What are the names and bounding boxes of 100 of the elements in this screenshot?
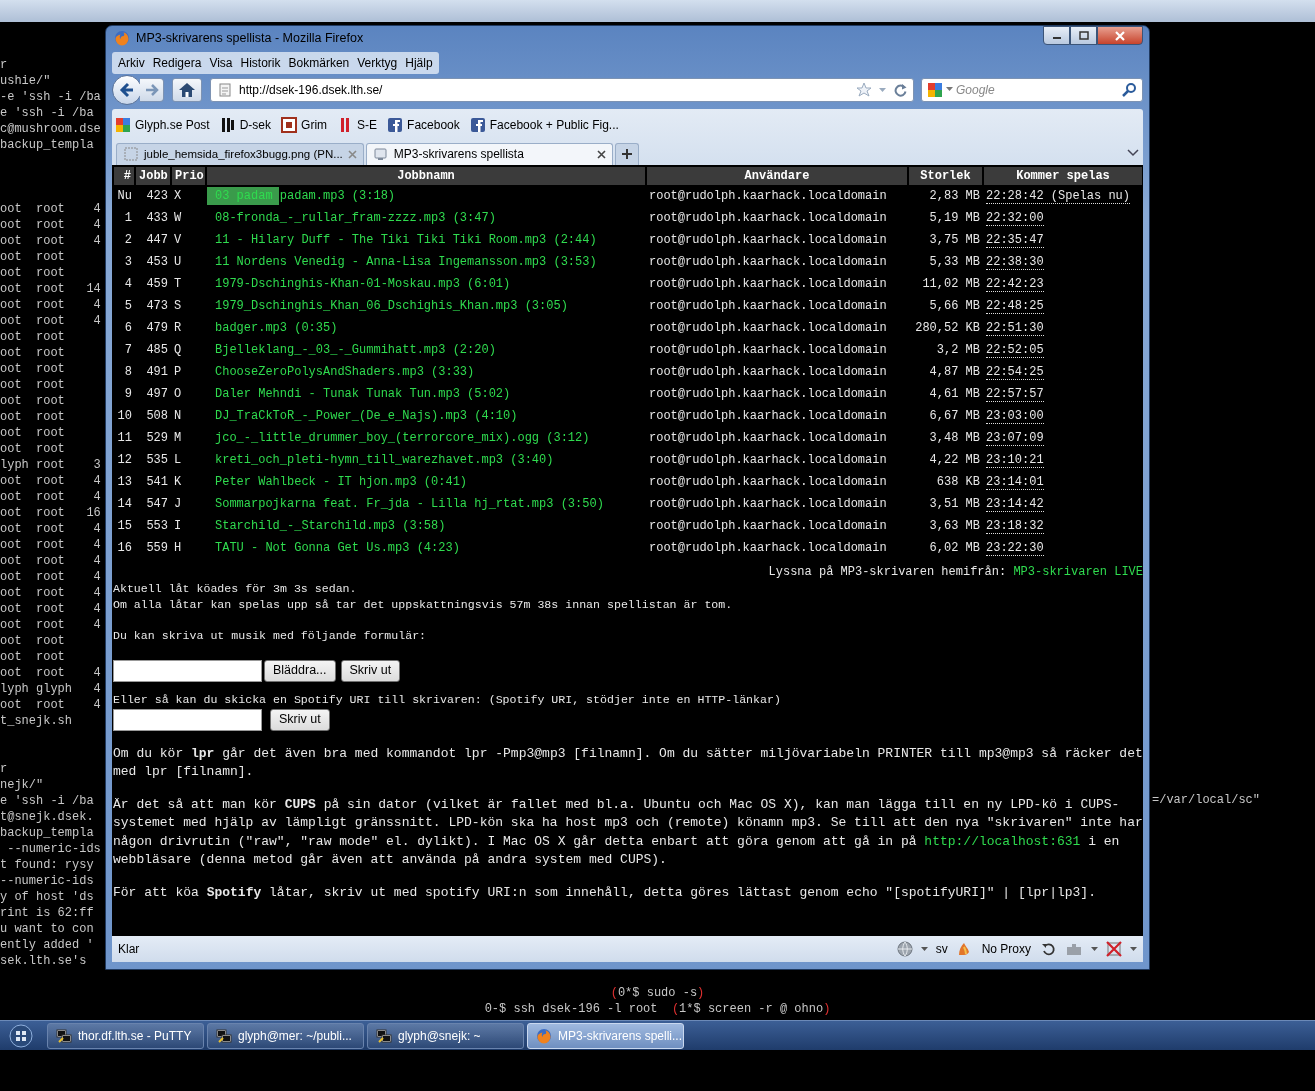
search-icon[interactable]: [1122, 82, 1137, 98]
site-icon: [115, 116, 131, 133]
chevron-icon[interactable]: [1127, 148, 1139, 157]
tab[interactable]: juble_hemsida_firefox3bugg.png (PN...: [116, 142, 364, 165]
search-field[interactable]: Google: [956, 80, 1119, 99]
table-cell-text: root@rudolph.kaarhack.localdomain: [648, 539, 888, 557]
listen-text: Lyssna på MP3-skrivaren hemifrån: MP3-skrivaren LIVE: [767, 563, 1143, 581]
proxy-button[interactable]: No Proxy: [979, 940, 1033, 959]
table-cell-text: 1: [123, 209, 133, 227]
play-time: 22:57:57: [986, 386, 1044, 402]
home-button[interactable]: [172, 77, 202, 102]
table-cell-text: root@rudolph.kaarhack.localdomain: [648, 473, 888, 491]
table-cell-text: 3: [123, 253, 133, 271]
table-cell-text: root@rudolph.kaarhack.localdomain: [648, 363, 888, 381]
site-icon: [219, 116, 236, 133]
taskbar-button[interactable]: thor.df.lth.se - PuTTY: [47, 1022, 204, 1049]
link[interactable]: http://localhost:631: [924, 833, 1081, 849]
submit-button[interactable]: Skriv ut: [340, 659, 401, 682]
live-link[interactable]: MP3-skrivaren LIVE: [1013, 564, 1143, 579]
terminal-line: --numeric-ids: [6, 841, 101, 857]
bookmark[interactable]: Grim: [281, 115, 328, 134]
language-indicator[interactable]: sv: [935, 940, 948, 959]
terminal-line: oot root: [0, 361, 66, 377]
terminal-line: sek.lth.se's: [0, 953, 88, 969]
undo-icon[interactable]: [1041, 941, 1057, 958]
bookmark[interactable]: Facebook + Public Fig...: [469, 115, 619, 134]
close-button[interactable]: [1097, 26, 1143, 45]
table-cell-text: W: [173, 209, 183, 227]
table-cell-text: K: [173, 473, 183, 491]
column-header[interactable]: Kommer spelas: [984, 166, 1142, 185]
table-cell-text: 497: [145, 385, 169, 403]
table-cell-text: 453: [145, 253, 169, 271]
address-bar[interactable]: http://dsek-196.dsek.lth.se/: [210, 77, 914, 102]
terminal-line: oot root: [0, 441, 66, 457]
blocked-icon[interactable]: [1106, 941, 1122, 958]
close-icon[interactable]: [596, 149, 606, 159]
song-title: 11 - Hilary Duff - The Tiki Tiki Tiki Room.mp3 (2:44): [215, 232, 597, 247]
menu-item[interactable]: Hjälp: [401, 52, 437, 73]
back-button[interactable]: [112, 74, 142, 105]
menu-item[interactable]: Historik: [236, 52, 285, 73]
column-header[interactable]: Prio: [172, 166, 205, 185]
table-cell-text: 485: [145, 341, 169, 359]
menu-item[interactable]: Visa: [205, 52, 237, 73]
terminal-line: oot root: [0, 329, 66, 345]
maximize-icon: [1078, 31, 1089, 40]
menu-item[interactable]: Arkiv: [114, 52, 149, 73]
submit-button[interactable]: Skriv ut: [270, 708, 330, 731]
menu-item[interactable]: Redigera: [148, 52, 206, 73]
table-cell-text: root@rudolph.kaarhack.localdomain: [648, 253, 888, 271]
terminal-line: =/var/local/sc": [1152, 792, 1261, 808]
table-cell-text: root@rudolph.kaarhack.localdomain: [648, 429, 888, 447]
terminal-line: oot root 4: [0, 473, 101, 489]
table-cell-text: root@rudolph.kaarhack.localdomain: [648, 407, 888, 425]
table-cell-text: 280,52 KB: [914, 319, 981, 337]
terminal-line: oot root 4: [0, 201, 101, 217]
bookmark[interactable]: S-E: [337, 115, 378, 134]
song-title: kreti_och_pleti-hymn_till_warezhavet.mp3 (3:40): [215, 452, 554, 467]
column-header[interactable]: Användare: [647, 166, 907, 185]
menu-item[interactable]: Bokmärken: [284, 52, 354, 73]
table-cell-text: 6,67 MB: [928, 407, 981, 425]
search-bar[interactable]: Google: [921, 77, 1143, 102]
maximize-button[interactable]: [1070, 26, 1097, 45]
bookmark[interactable]: D-sek: [219, 115, 272, 134]
menu-item[interactable]: Verktyg: [353, 52, 402, 73]
table-cell-text: H: [173, 539, 183, 557]
column-header[interactable]: #: [114, 166, 134, 185]
globe-icon[interactable]: [896, 941, 913, 958]
column-header[interactable]: Jobb: [136, 166, 170, 185]
table-cell-text: 15: [116, 517, 133, 535]
home-icon: [178, 81, 196, 98]
browse-button[interactable]: Bläddra...: [264, 659, 336, 682]
file-input-field[interactable]: [113, 659, 262, 682]
table-cell-text: root@rudolph.kaarhack.localdomain: [648, 275, 888, 293]
bookmark[interactable]: Facebook: [387, 115, 460, 134]
table-cell-text: 11: [116, 429, 133, 447]
table-cell-text: 553: [145, 517, 169, 535]
bookmark[interactable]: Glyph.se Post: [115, 115, 210, 134]
tab[interactable]: MP3-skrivarens spellista: [365, 142, 613, 165]
terminal-line: oot root: [0, 409, 66, 425]
table-cell-text: 4,61 MB: [928, 385, 981, 403]
url-field[interactable]: http://dsek-196.dsek.lth.se/: [239, 80, 850, 99]
table-cell-text: root@rudolph.kaarhack.localdomain: [648, 341, 888, 359]
table-cell-text: 423: [145, 187, 169, 205]
terminal-line: oot root: [0, 425, 66, 441]
taskbar-button[interactable]: glyph@snejk: ~: [367, 1022, 524, 1049]
song-title: 03 padam padam.mp3 (3:18): [215, 188, 396, 203]
terminal-line: (0*$ sudo -s): [609, 985, 706, 1001]
minimize-button[interactable]: [1043, 26, 1070, 45]
terminal-line: oot root 4: [0, 217, 101, 233]
column-header[interactable]: Jobbnamn: [207, 166, 645, 185]
reload-icon[interactable]: [893, 82, 907, 97]
star-icon[interactable]: [856, 81, 872, 98]
new-tab-button[interactable]: [614, 142, 639, 165]
column-header[interactable]: Storlek: [909, 166, 982, 185]
window-title: MP3-skrivarens spellista - Mozilla Firefox: [136, 30, 364, 48]
uri-input-field[interactable]: [113, 708, 262, 731]
play-time: 23:07:09: [986, 430, 1044, 446]
table-cell-text: 10: [116, 407, 133, 425]
table-cell-text: 479: [145, 319, 169, 337]
taskbar-button[interactable]: glyph@mer: ~/publi...: [207, 1022, 364, 1049]
